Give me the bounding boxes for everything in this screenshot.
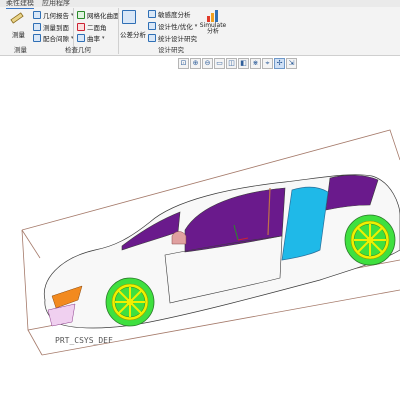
display-style-button[interactable]: ◧ xyxy=(238,57,249,69)
clearance-icon xyxy=(33,34,41,42)
feasibility-optimization-button[interactable]: 设计性/优化 ▾ xyxy=(148,21,197,31)
ribbon-tab-bar: 柔性建模 应用程序 xyxy=(0,0,400,9)
simulate-bars-icon xyxy=(207,10,218,22)
measure-group-label: 测量 xyxy=(14,46,27,54)
zoom-out-icon: ⊖ xyxy=(204,59,211,67)
datum-display-button[interactable]: ⋇ xyxy=(250,57,261,69)
graphics-viewport[interactable]: PRT_CSYS_DEF xyxy=(0,70,400,400)
simulate-analysis-button[interactable]: Simulate 分析 xyxy=(197,9,229,35)
mating-clearance-button[interactable]: 配合间隙▾ xyxy=(33,33,74,43)
named-views-icon: ⇲ xyxy=(288,59,295,67)
group-separator xyxy=(118,8,119,54)
statistical-design-study-button[interactable]: 统计设计研究 xyxy=(148,33,197,43)
annotation-icon: ⌖ xyxy=(265,58,270,67)
statistics-icon xyxy=(148,34,156,42)
tab-flexible-modeling[interactable]: 柔性建模 xyxy=(6,0,34,9)
spin-center-button[interactable]: ✢ xyxy=(274,57,285,69)
geometry-report-button[interactable]: 几何报告▾ xyxy=(33,10,74,20)
dihedral-angle-button[interactable]: 二面角 xyxy=(77,22,107,32)
simulate-label: Simulate 分析 xyxy=(199,22,227,35)
zoom-in-icon: ⊕ xyxy=(192,59,199,67)
curvature-icon xyxy=(77,34,85,42)
dihedral-angle-icon xyxy=(77,23,85,31)
measure-to-face-button[interactable]: 测量到面 xyxy=(33,22,69,32)
measure-button[interactable] xyxy=(10,11,24,25)
car-model-scene[interactable] xyxy=(0,70,400,400)
display-style-icon: ◧ xyxy=(240,59,247,67)
front-wheel xyxy=(105,277,155,327)
named-views-button[interactable]: ⇲ xyxy=(286,57,297,69)
tolerance-analysis-button[interactable] xyxy=(122,10,136,24)
tab-applications[interactable]: 应用程序 xyxy=(42,0,70,8)
csys-label: PRT_CSYS_DEF xyxy=(55,336,113,345)
sensitivity-icon xyxy=(148,10,156,18)
design-study-group-label: 设计研究 xyxy=(158,46,184,54)
sensitivity-analysis-button[interactable]: 敏感度分析 xyxy=(148,9,191,19)
zoom-fit-button[interactable]: ⊡ xyxy=(178,57,189,69)
ribbon: 柔性建模 应用程序 测量 测量 几何报告▾ 测量到面 配合间隙▾ 网格化曲面 二… xyxy=(0,0,400,56)
view-toolbar: ⊡ ⊕ ⊖ ▭ ◫ ◧ ⋇ ⌖ ✢ ⇲ xyxy=(178,57,297,69)
mesh-surface-button[interactable]: 网格化曲面 xyxy=(77,10,120,20)
ruler-icon xyxy=(10,12,24,24)
measure-label: 测量 xyxy=(12,31,25,39)
optimization-icon xyxy=(148,22,156,30)
rear-window xyxy=(325,174,379,211)
curvature-button[interactable]: 曲率 ▾ xyxy=(77,33,105,43)
saved-views-button[interactable]: ◫ xyxy=(226,57,237,69)
zoom-in-button[interactable]: ⊕ xyxy=(190,57,201,69)
saved-views-icon: ◫ xyxy=(228,59,235,67)
side-mirror xyxy=(171,231,187,245)
repaint-icon: ▭ xyxy=(216,59,223,67)
zoom-out-button[interactable]: ⊖ xyxy=(202,57,213,69)
rear-wheel xyxy=(344,214,396,266)
measure-to-face-icon xyxy=(33,23,41,31)
datum-display-icon: ⋇ xyxy=(252,59,259,67)
mesh-surface-icon xyxy=(77,11,85,19)
tolerance-analysis-icon xyxy=(122,10,136,24)
car-body xyxy=(43,174,400,329)
zoom-fit-icon: ⊡ xyxy=(180,59,187,67)
geometry-report-icon xyxy=(33,11,41,19)
tolerance-analysis-label: 公差分析 xyxy=(120,31,146,39)
spin-center-icon: ✢ xyxy=(276,59,283,67)
annotation-display-button[interactable]: ⌖ xyxy=(262,57,273,69)
repaint-button[interactable]: ▭ xyxy=(214,57,225,69)
inspect-geometry-group-label: 检查几何 xyxy=(65,46,91,54)
